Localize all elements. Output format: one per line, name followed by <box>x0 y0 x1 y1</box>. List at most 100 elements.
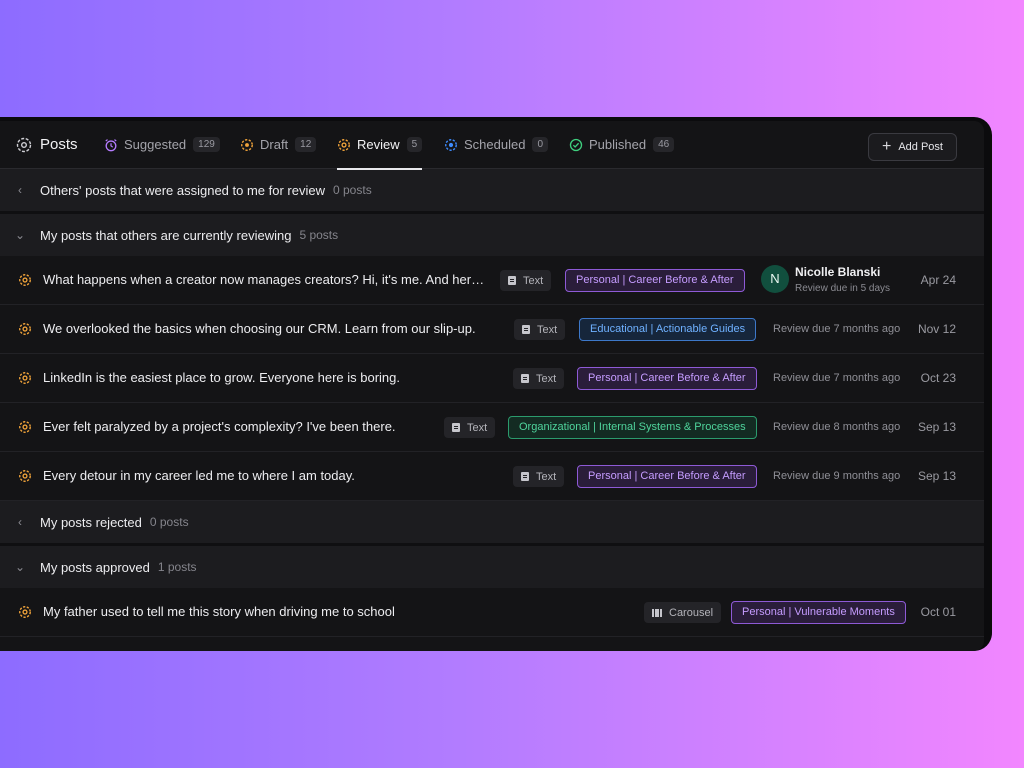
plus-icon: + <box>882 138 892 155</box>
review-status-icon <box>338 138 350 151</box>
section-count: 0 posts <box>149 515 189 529</box>
post-date: Sep 13 <box>917 420 956 434</box>
category-tag[interactable]: Organizational | Internal Systems & Proc… <box>508 416 757 439</box>
section-count: 1 posts <box>157 560 197 574</box>
format-label: Text <box>537 323 558 336</box>
format-label: Text <box>536 470 557 483</box>
tab-scheduled[interactable]: Scheduled 0 <box>444 121 549 169</box>
post-row[interactable]: Ever felt paralyzed by a project's compl… <box>0 403 984 452</box>
section-count: 5 posts <box>299 228 339 242</box>
section-title: My posts approved <box>40 559 150 575</box>
format-badge: Text <box>514 319 566 340</box>
tab-label: Scheduled <box>464 137 526 152</box>
chevron-down-icon: ⌄ <box>14 560 26 574</box>
post-row[interactable]: Every detour in my career led me to wher… <box>0 452 984 501</box>
tab-count-badge: 46 <box>653 137 675 152</box>
add-post-button[interactable]: + Add Post <box>868 133 957 161</box>
category-tag[interactable]: Educational | Actionable Guides <box>579 318 757 341</box>
review-status-icon <box>19 421 31 433</box>
review-status-icon <box>19 372 31 384</box>
tab-label: Review <box>357 137 400 152</box>
scheduled-status-icon <box>445 138 457 151</box>
avatar: N <box>761 265 789 293</box>
document-icon <box>521 472 529 481</box>
format-badge: Text <box>513 368 565 389</box>
post-date: Sep 13 <box>917 469 956 483</box>
post-title: My father used to tell me this story whe… <box>43 604 395 619</box>
document-icon <box>521 374 529 383</box>
post-title: What happens when a creator now manages … <box>43 272 490 287</box>
document-icon <box>508 276 516 285</box>
review-due: Review due 7 months ago <box>773 323 901 335</box>
section-others-posts[interactable]: ‹ Others' posts that were assigned to me… <box>0 169 984 211</box>
category-tag[interactable]: Personal | Career Before & After <box>565 269 745 292</box>
chevron-down-icon: ⌄ <box>14 228 26 242</box>
section-approved[interactable]: ⌄ My posts approved 1 posts <box>0 546 984 588</box>
tab-label: Draft <box>260 137 289 152</box>
format-badge: Text <box>513 466 565 487</box>
review-due: Review due 9 months ago <box>773 470 901 482</box>
review-due: Review due 8 months ago <box>773 421 901 433</box>
post-row[interactable]: We overlooked the basics when choosing o… <box>0 305 984 354</box>
format-label: Carousel <box>669 606 714 619</box>
section-title: My posts rejected <box>40 514 142 530</box>
tab-count-badge: 5 <box>406 137 423 152</box>
chevron-left-icon: ‹ <box>18 183 22 197</box>
format-label: Text <box>523 274 544 287</box>
post-date: Oct 23 <box>920 371 956 385</box>
review-status-icon <box>19 606 31 618</box>
category-tag[interactable]: Personal | Vulnerable Moments <box>731 601 906 624</box>
post-date: Apr 24 <box>920 273 956 287</box>
tab-draft[interactable]: Draft 12 <box>240 121 317 169</box>
review-status-icon <box>19 470 31 482</box>
document-icon <box>522 325 530 334</box>
post-title: We overlooked the basics when choosing o… <box>43 321 476 336</box>
section-title: My posts that others are currently revie… <box>40 227 292 243</box>
tab-bar: Posts Suggested 129 Draft 12 Review 5 Sc… <box>0 121 984 170</box>
review-due: Review due 7 months ago <box>773 372 901 384</box>
section-title: Others' posts that were assigned to me f… <box>40 182 325 198</box>
post-title: Every detour in my career led me to wher… <box>43 468 355 483</box>
draft-status-icon <box>241 138 253 151</box>
format-badge: Text <box>444 417 496 438</box>
review-status-icon <box>19 274 31 286</box>
posts-panel: Posts Suggested 129 Draft 12 Review 5 Sc… <box>0 121 984 651</box>
format-badge: Carousel <box>644 602 722 623</box>
tab-label: Posts <box>40 136 78 153</box>
post-date: Nov 12 <box>917 322 956 336</box>
section-my-posts-reviewing[interactable]: ⌄ My posts that others are currently rev… <box>0 214 984 256</box>
tab-label: Suggested <box>124 137 187 152</box>
post-row[interactable]: What happens when a creator now manages … <box>0 256 984 305</box>
chevron-left-icon: ‹ <box>18 515 22 529</box>
check-circle-icon <box>569 138 583 151</box>
carousel-icon <box>652 608 662 617</box>
document-icon <box>452 423 460 432</box>
tab-count-badge: 0 <box>532 137 549 152</box>
format-label: Text <box>536 372 557 385</box>
post-title: Ever felt paralyzed by a project's compl… <box>43 419 396 434</box>
review-due: Review due in 5 days <box>795 283 891 294</box>
reviewer-name: Nicolle Blanski <box>795 265 881 279</box>
tab-posts[interactable]: Posts <box>16 121 78 169</box>
tab-label: Published <box>589 137 647 152</box>
alarm-clock-icon <box>105 138 117 151</box>
post-date: Oct 01 <box>920 605 956 619</box>
review-status-icon <box>19 323 31 335</box>
posts-icon <box>16 137 32 152</box>
tab-published[interactable]: Published 46 <box>569 121 675 169</box>
category-tag[interactable]: Personal | Career Before & After <box>577 367 757 390</box>
app-window: Posts Suggested 129 Draft 12 Review 5 Sc… <box>0 117 992 651</box>
category-tag[interactable]: Personal | Career Before & After <box>577 465 757 488</box>
tab-count-badge: 12 <box>295 137 317 152</box>
tab-count-badge: 129 <box>193 137 220 152</box>
section-count: 0 posts <box>333 183 372 197</box>
add-post-label: Add Post <box>898 141 943 153</box>
tab-suggested[interactable]: Suggested 129 <box>104 121 220 169</box>
post-row[interactable]: My father used to tell me this story whe… <box>0 588 984 637</box>
format-badge: Text <box>500 270 552 291</box>
section-rejected[interactable]: ‹ My posts rejected 0 posts <box>0 501 984 543</box>
tab-review[interactable]: Review 5 <box>337 121 423 170</box>
post-title: LinkedIn is the easiest place to grow. E… <box>43 370 400 385</box>
post-row[interactable]: LinkedIn is the easiest place to grow. E… <box>0 354 984 403</box>
format-label: Text <box>467 421 488 434</box>
